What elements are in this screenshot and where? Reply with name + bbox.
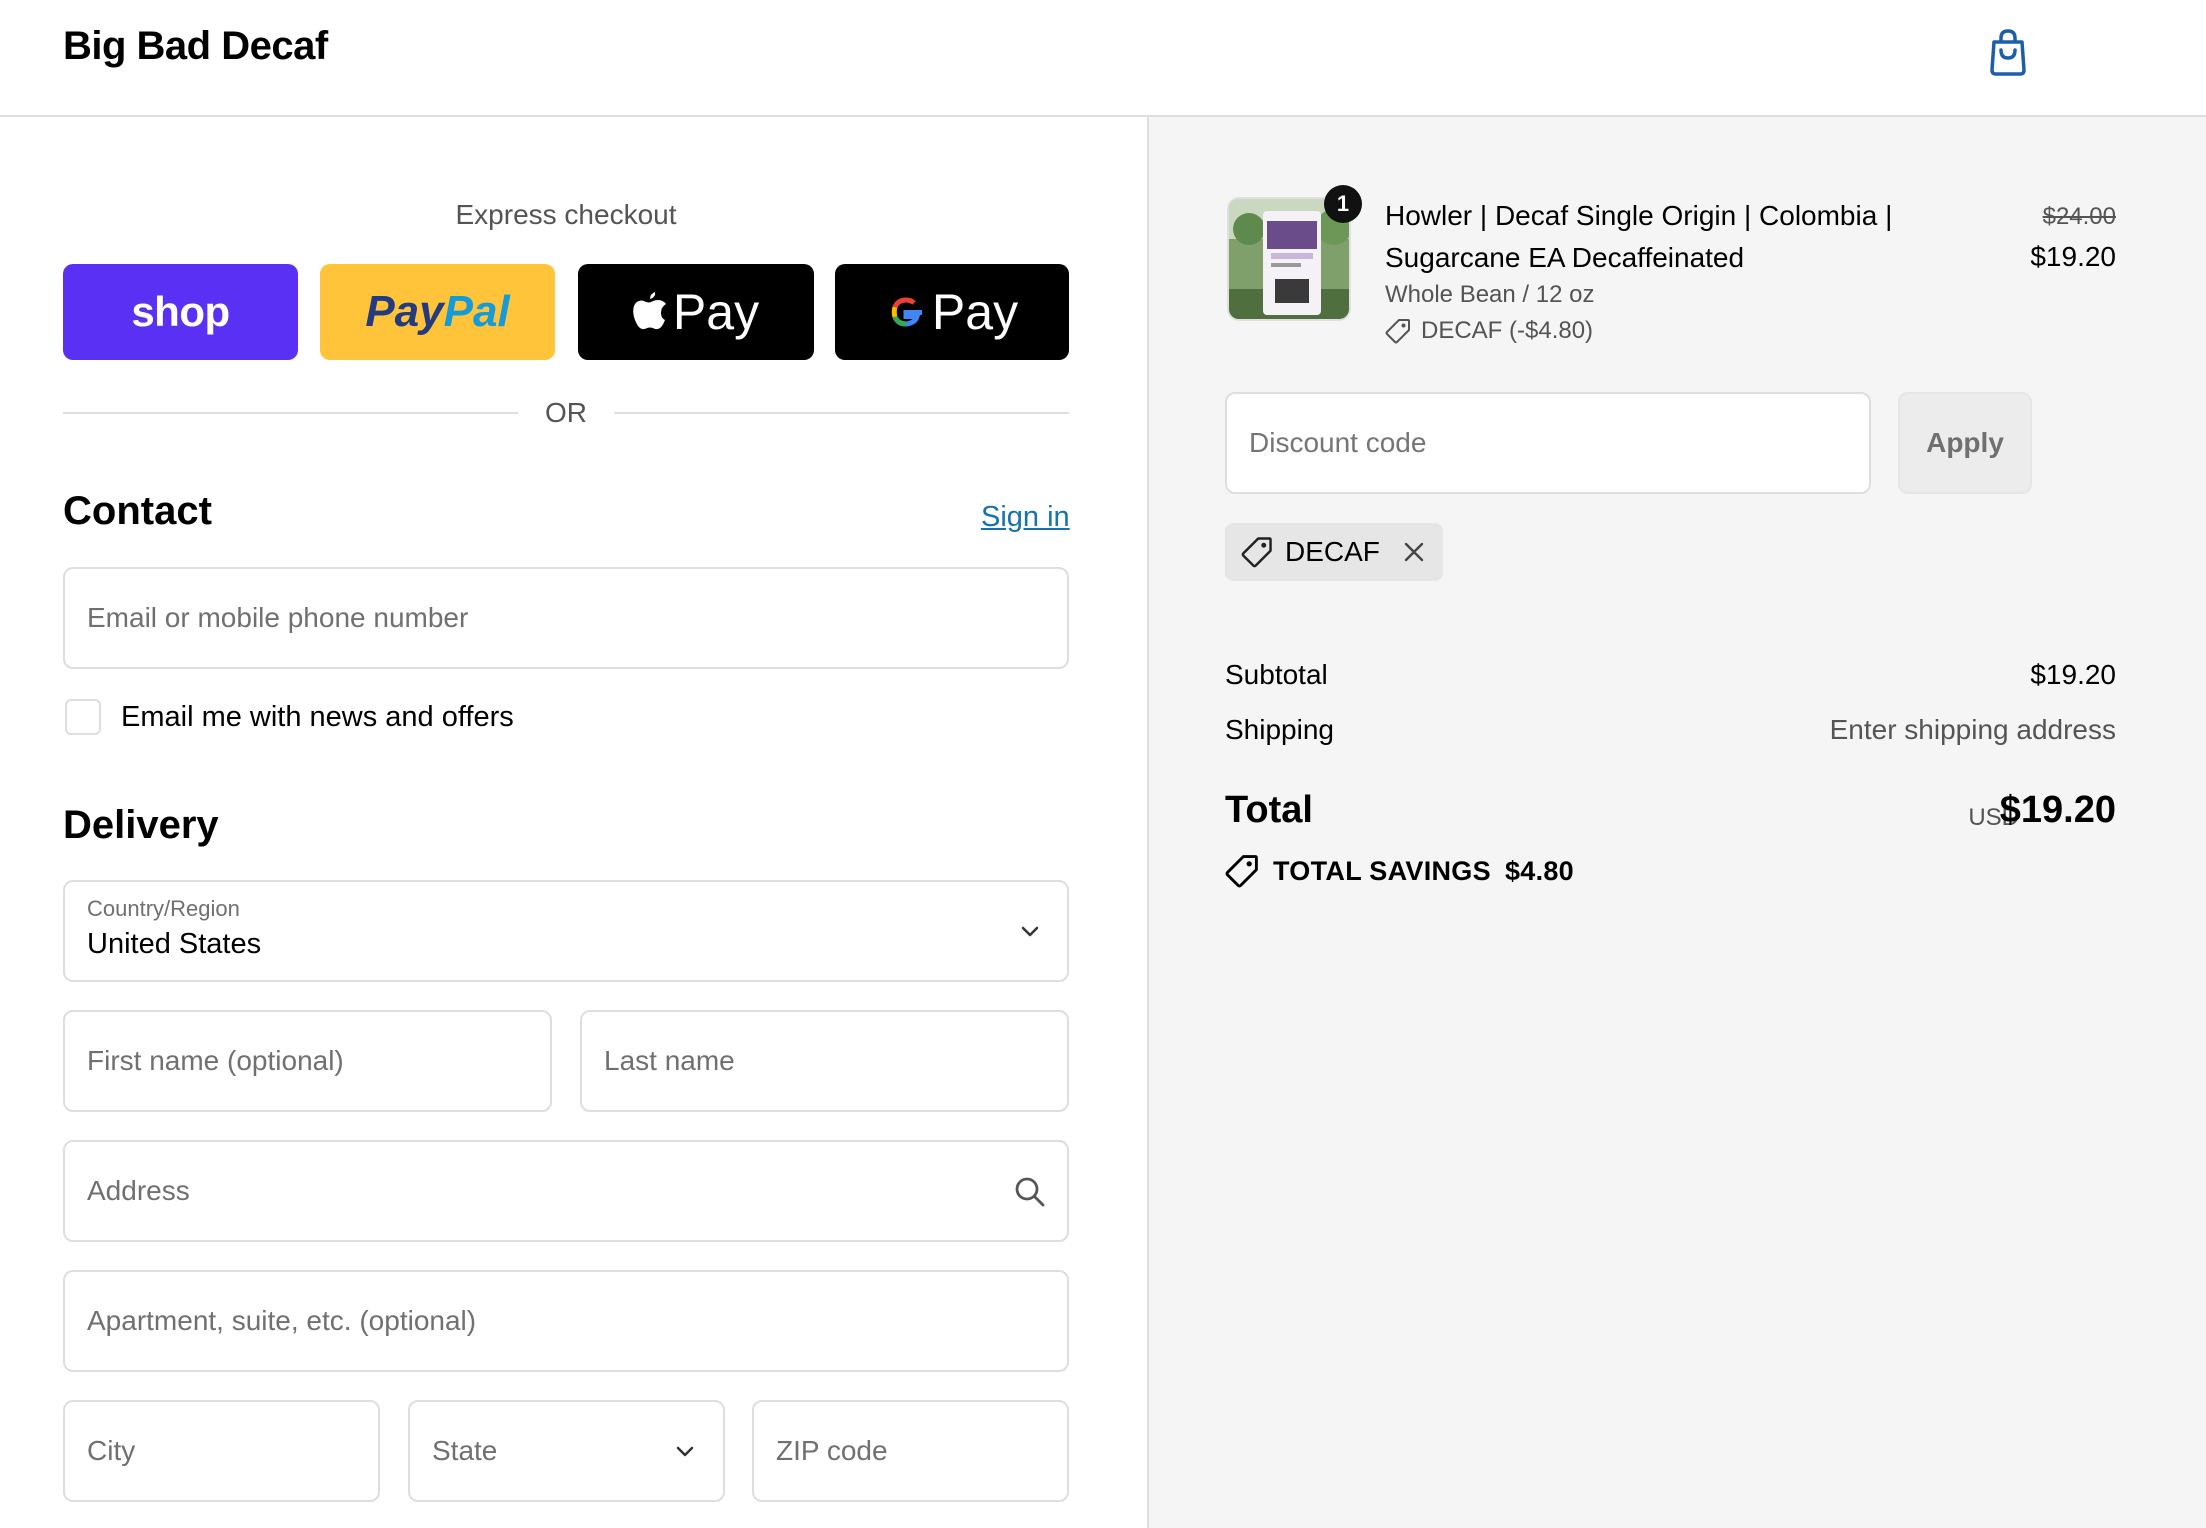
google-g-icon (891, 297, 922, 327)
first-name-field[interactable] (63, 1010, 552, 1112)
product-variant: Whole Bean / 12 oz (1385, 281, 1595, 308)
product-name: Howler | Decaf Single Origin | Colombia … (1385, 200, 1893, 273)
or-label: OR (545, 397, 587, 428)
sign-in-link[interactable]: Sign in (981, 501, 1070, 534)
apartment-input[interactable] (65, 1272, 1067, 1370)
total-savings: TOTAL SAVINGS $4.80 (1225, 854, 1574, 888)
shipping-label: Shipping (1225, 714, 1334, 745)
paypal-button[interactable]: Pay Pal (320, 264, 555, 360)
google-pay-button[interactable]: Pay (835, 264, 1069, 360)
total-value: $19.20 (1999, 789, 2116, 831)
search-icon[interactable] (1014, 1176, 1046, 1208)
price-original: $24.00 (2042, 203, 2116, 230)
country-select[interactable]: Country/Region United States (63, 880, 1069, 982)
address-input[interactable] (65, 1142, 1067, 1240)
apple-pay-button[interactable]: Pay (578, 264, 814, 360)
country-value: United States (87, 928, 262, 960)
savings-tag-icon (1225, 855, 1258, 888)
state-select[interactable]: State (408, 1400, 725, 1502)
delivery-heading: Delivery (63, 803, 219, 847)
city-input[interactable] (65, 1402, 378, 1500)
checkout-form-column: Express checkout shop Pay Pal Pay Pay OR … (0, 117, 1147, 1528)
shopping-bag-icon[interactable] (1986, 28, 2030, 76)
savings-label: TOTAL SAVINGS (1273, 855, 1491, 886)
discount-code-field[interactable] (1225, 392, 1871, 494)
subtotal-label: Subtotal (1225, 659, 1328, 690)
apply-discount-button[interactable]: Apply (1898, 392, 2032, 494)
applied-discount-code: DECAF (1285, 536, 1380, 567)
store-brand[interactable]: Big Bad Decaf (63, 24, 328, 69)
first-name-input[interactable] (65, 1012, 550, 1110)
newsletter-checkbox[interactable] (65, 699, 101, 735)
tag-icon (1241, 537, 1272, 568)
shop-pay-label: shop (131, 288, 230, 335)
close-icon[interactable] (1402, 540, 1426, 564)
apple-icon (633, 292, 666, 330)
product-discount: DECAF (-$4.80) (1385, 317, 1593, 345)
or-divider: OR (63, 397, 1069, 428)
state-placeholder: State (432, 1435, 498, 1466)
contact-heading: Contact (63, 489, 212, 533)
last-name-field[interactable] (580, 1010, 1069, 1112)
email-input[interactable] (65, 569, 1067, 667)
total-label: Total (1225, 789, 1313, 831)
last-name-input[interactable] (582, 1012, 1067, 1110)
shipping-value: Enter shipping address (1829, 714, 2116, 745)
apple-pay-label: Pay (672, 284, 760, 340)
paypal-label-part1: Pay (365, 287, 444, 336)
discount-code-input[interactable] (1227, 394, 1869, 492)
subtotal-value: $19.20 (2030, 659, 2116, 690)
country-label: Country/Region (87, 896, 240, 921)
order-summary-column: 1 Howler | Decaf Single Origin | Colombi… (1147, 117, 2206, 1528)
quantity-badge: 1 (1324, 185, 1362, 223)
google-pay-label: Pay (931, 284, 1019, 340)
tag-icon (1385, 319, 1410, 344)
express-checkout-title: Express checkout (455, 199, 677, 230)
paypal-label-part2: Pal (443, 287, 510, 336)
zip-input[interactable] (754, 1402, 1067, 1500)
chevron-down-icon (676, 1446, 694, 1457)
newsletter-label: Email me with news and offers (121, 701, 514, 733)
email-field[interactable] (63, 567, 1069, 669)
header: Big Bad Decaf (0, 0, 2206, 117)
zip-field[interactable] (752, 1400, 1069, 1502)
applied-discount-chip: DECAF (1225, 523, 1443, 581)
address-field[interactable] (63, 1140, 1069, 1242)
city-field[interactable] (63, 1400, 380, 1502)
shop-pay-button[interactable]: shop (63, 264, 298, 360)
product-discount-text: DECAF (-$4.80) (1421, 317, 1594, 344)
chevron-down-icon (1021, 926, 1039, 937)
apartment-field[interactable] (63, 1270, 1069, 1372)
price-final: $19.20 (2030, 241, 2116, 272)
savings-value: $4.80 (1504, 855, 1575, 886)
